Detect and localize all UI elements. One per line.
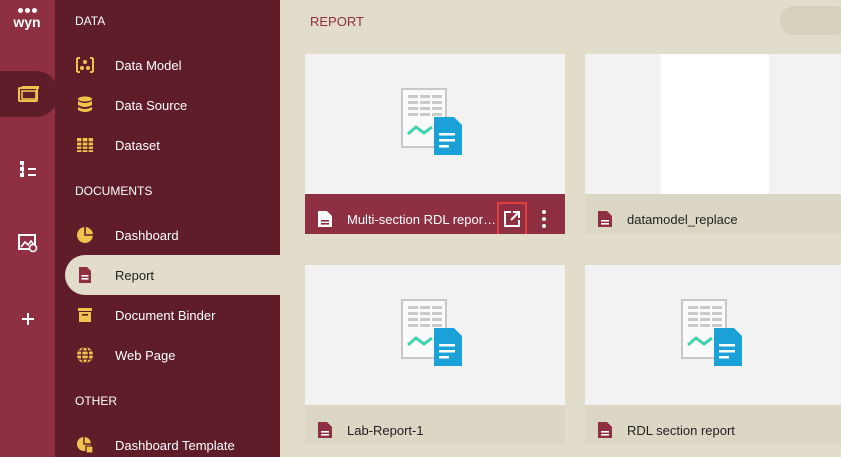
report-name: Multi-section RDL report ... [347, 211, 497, 227]
report-name: RDL section report [627, 422, 735, 438]
app-rail: wyn [0, 0, 58, 457]
report-name: datamodel_replace [627, 211, 738, 227]
nav-item-label: Report [115, 267, 155, 283]
report-thumbnail-preview [661, 54, 769, 194]
nav-item-label: Web Page [115, 347, 176, 363]
folder-icon [18, 86, 39, 102]
report-name: Lab-Report-1 [347, 422, 424, 438]
category-panel: DATA Data Model Data Source Dataset DOCU… [55, 0, 280, 457]
page-title: REPORT [310, 14, 364, 29]
report-file-icon [318, 422, 332, 438]
section-title-documents: DOCUMENTS [75, 184, 153, 198]
data-model-icon [75, 55, 95, 75]
report-thumbnail [305, 54, 565, 194]
monitor-rail-button[interactable] [0, 220, 55, 266]
nav-item-web-page[interactable]: Web Page [65, 335, 280, 375]
add-rail-button[interactable] [0, 296, 55, 342]
nav-item-data-source[interactable]: Data Source [65, 85, 280, 125]
pie-chart-icon [75, 225, 95, 245]
logo-dots [6, 8, 48, 13]
report-thumbnail-icon [401, 299, 462, 366]
report-document-icon [75, 265, 95, 285]
nav-item-label: Dashboard Template [115, 437, 235, 453]
open-external-icon [504, 211, 520, 227]
report-thumbnail [585, 265, 841, 405]
report-thumbnail [305, 265, 565, 405]
nav-item-dashboard[interactable]: Dashboard [65, 215, 280, 255]
report-card[interactable]: Lab-Report-1 [305, 265, 565, 445]
report-card[interactable]: Multi-section RDL report ... [305, 54, 565, 234]
report-card[interactable]: datamodel_replace [585, 54, 841, 234]
report-card-footer: Multi-section RDL report ... [305, 194, 565, 234]
logo-text: wyn [13, 14, 41, 30]
image-monitor-icon [17, 234, 37, 253]
tree-hierarchy-icon [19, 161, 36, 177]
report-file-icon [318, 211, 332, 227]
nav-item-label: Dataset [115, 137, 160, 153]
plus-icon [21, 313, 34, 325]
report-card-footer: Lab-Report-1 [305, 405, 565, 445]
table-grid-icon [75, 135, 95, 155]
archive-box-icon [75, 305, 95, 325]
section-title-other: OTHER [75, 394, 117, 408]
more-dot [542, 217, 546, 221]
nav-item-data-model[interactable]: Data Model [65, 45, 280, 85]
nav-item-label: Dashboard [115, 227, 179, 243]
main-content: REPORT Multi-section RDL report ... data… [280, 0, 841, 457]
nav-item-dashboard-template[interactable]: Dashboard Template [65, 425, 280, 457]
report-file-icon [598, 211, 612, 227]
nav-item-report[interactable]: Report [65, 255, 280, 295]
wyn-logo[interactable]: wyn [6, 8, 48, 40]
nav-item-dataset[interactable]: Dataset [65, 125, 280, 165]
report-card-footer: datamodel_replace [585, 194, 841, 234]
open-in-new-button[interactable] [497, 202, 527, 234]
report-thumbnail-icon [401, 88, 462, 155]
more-dot [542, 210, 546, 214]
hierarchy-rail-button[interactable] [0, 146, 55, 192]
nav-item-document-binder[interactable]: Document Binder [65, 295, 280, 335]
report-thumbnail [585, 54, 841, 194]
section-title-data: DATA [75, 14, 106, 28]
database-icon [75, 95, 95, 115]
more-dot [542, 224, 546, 228]
nav-item-label: Document Binder [115, 307, 216, 323]
nav-item-label: Data Source [115, 97, 188, 113]
template-icon [75, 435, 95, 455]
search-box[interactable] [780, 6, 841, 35]
documents-rail-button[interactable] [0, 71, 58, 117]
more-options-button[interactable] [537, 207, 551, 231]
report-thumbnail-icon [681, 299, 742, 366]
globe-icon [75, 345, 95, 365]
report-card-footer: RDL section report [585, 405, 841, 445]
nav-item-label: Data Model [115, 57, 182, 73]
report-file-icon [598, 422, 612, 438]
report-card[interactable]: RDL section report [585, 265, 841, 445]
